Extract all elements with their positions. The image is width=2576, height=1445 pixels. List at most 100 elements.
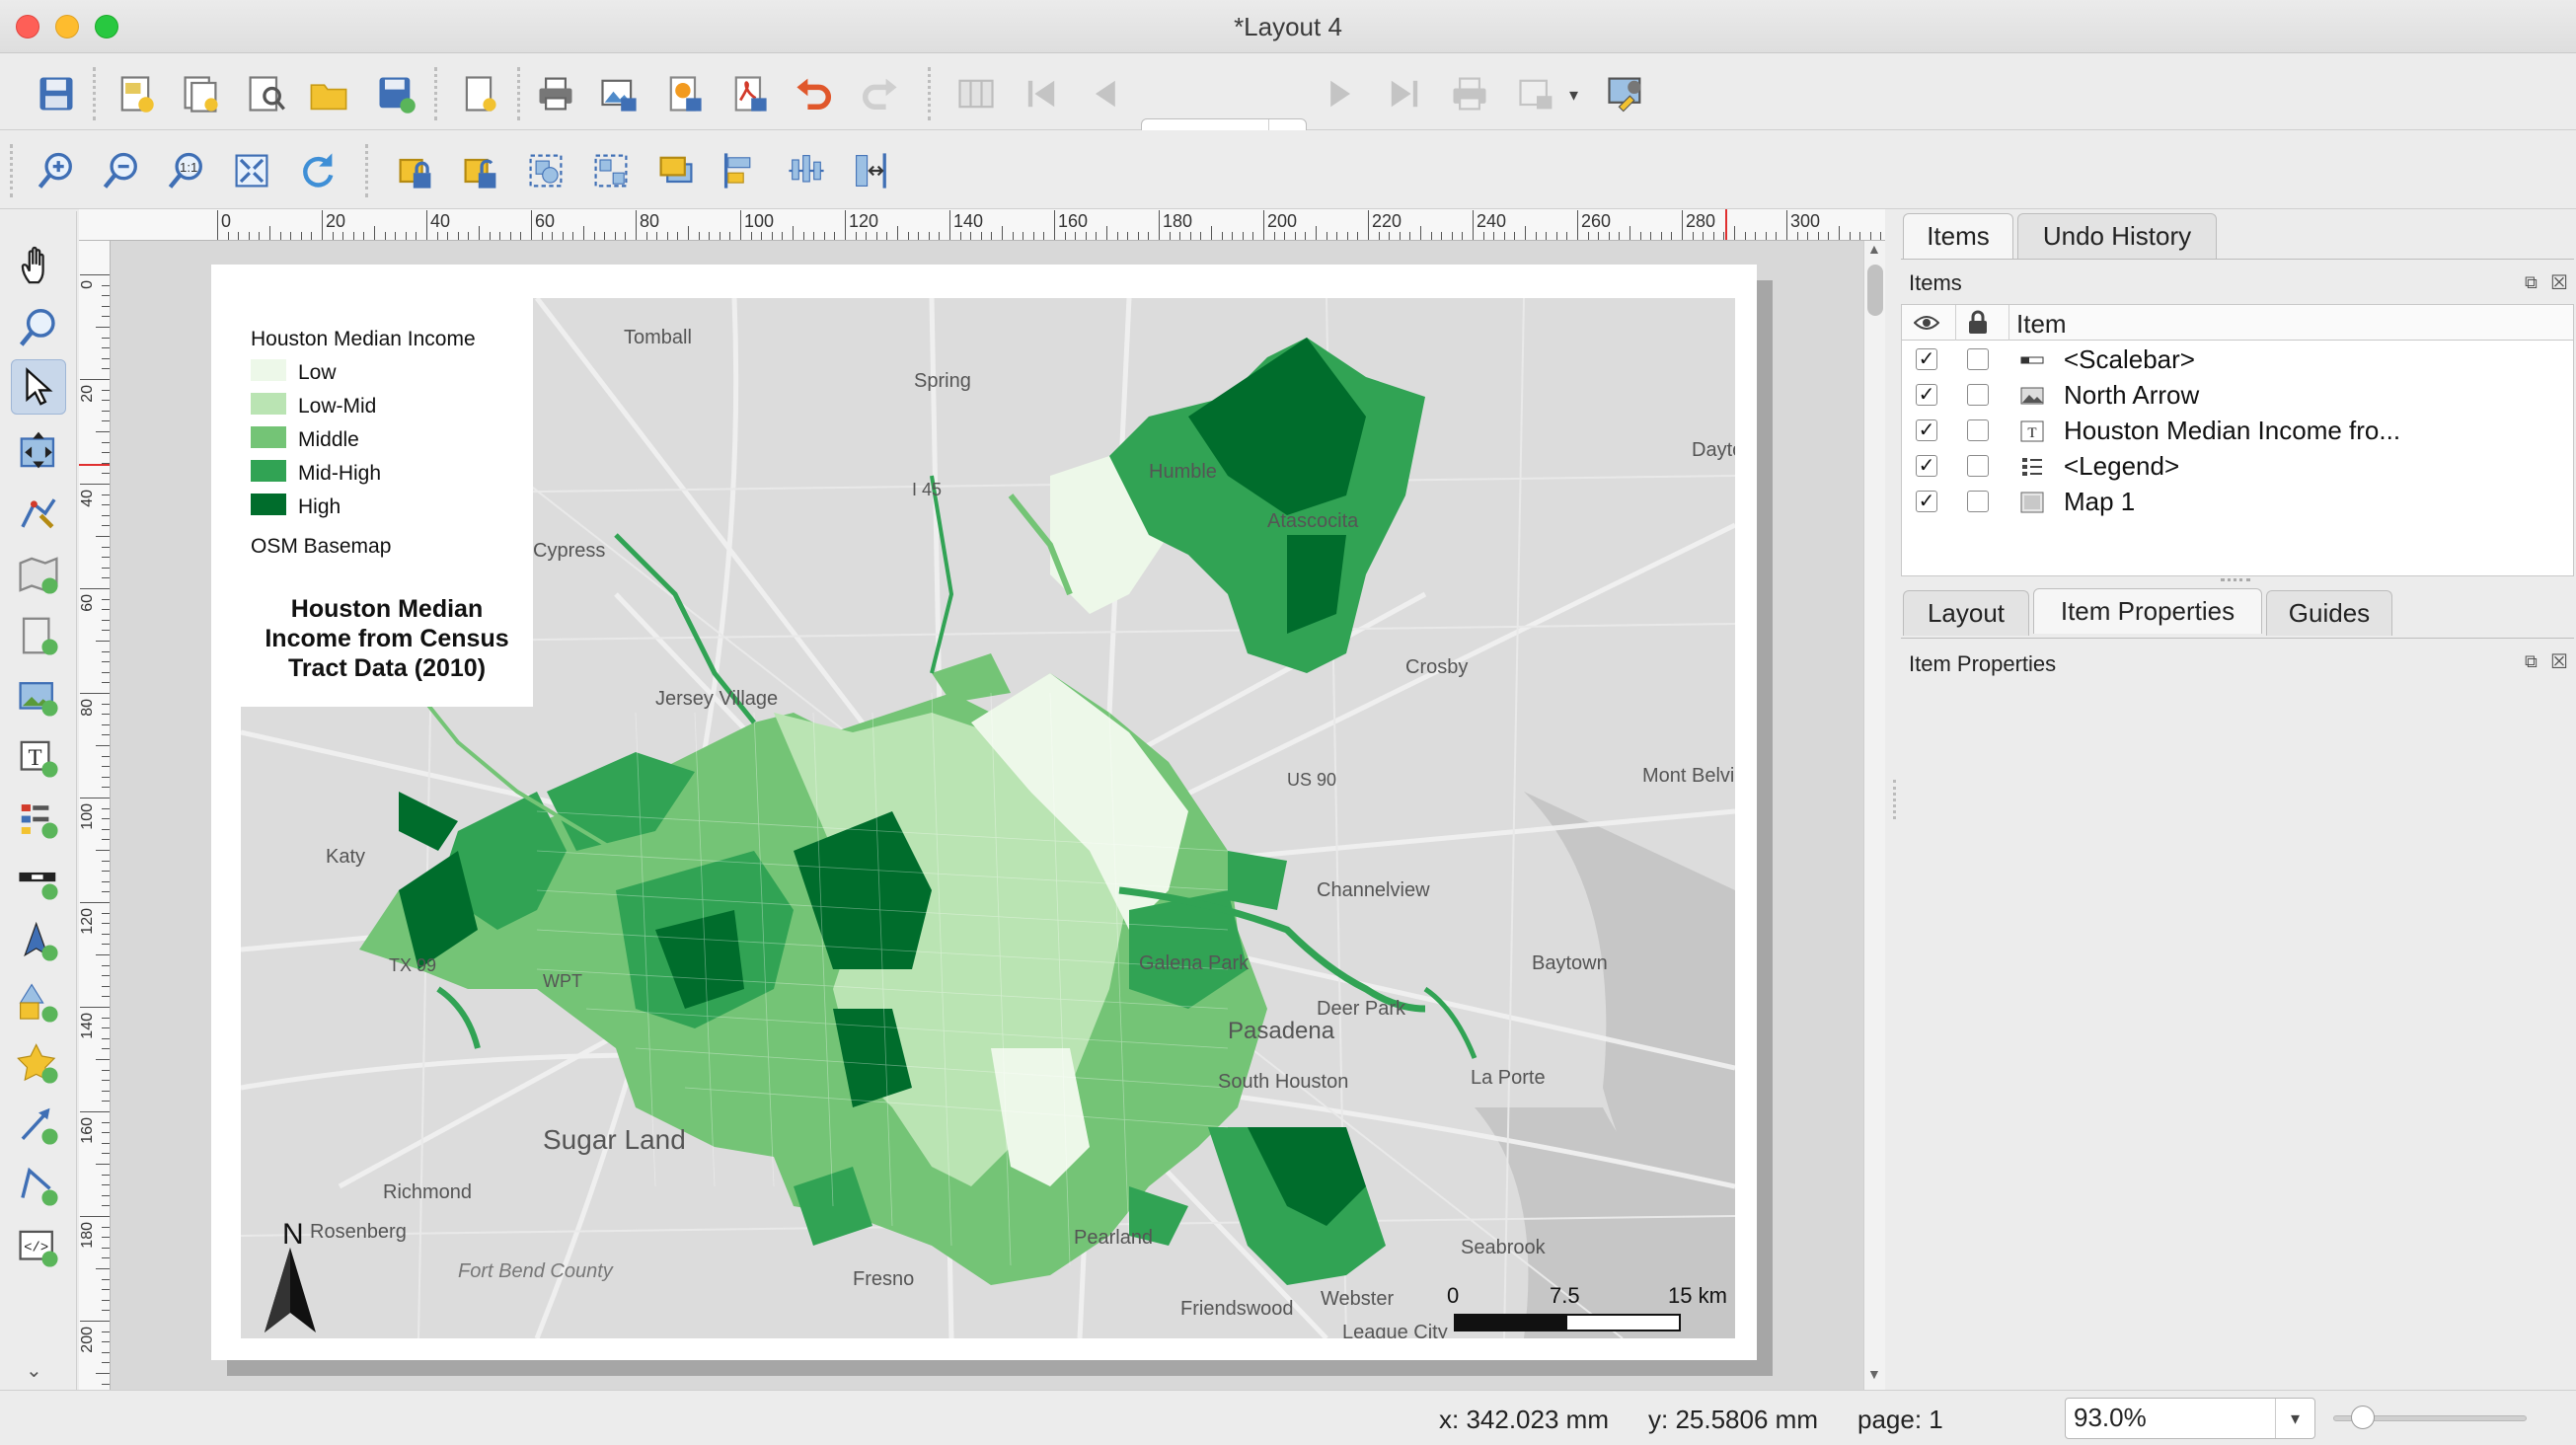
ungroup-icon <box>594 154 628 188</box>
save-template-button[interactable] <box>369 67 422 120</box>
atlas-settings-button[interactable] <box>1599 67 1652 120</box>
lock-checkbox[interactable] <box>1967 348 1989 370</box>
export-image-button[interactable] <box>592 67 645 120</box>
zoom-in-icon <box>38 152 72 189</box>
undo-icon <box>796 78 832 110</box>
tab-items[interactable]: Items <box>1903 213 2013 259</box>
scroll-up-arrow[interactable]: ▲ <box>1867 241 1881 257</box>
undo-button[interactable] <box>788 67 841 120</box>
pan-tool[interactable] <box>11 239 66 294</box>
add-legend-icon <box>21 804 58 839</box>
unlock-items-button[interactable] <box>454 144 507 197</box>
legend-label: Mid-High <box>298 462 382 485</box>
item-row[interactable]: ✓ North Arrow <box>1902 378 2573 414</box>
float-panel-icon[interactable]: ⧉ <box>2525 272 2538 293</box>
export-svg-button[interactable] <box>657 67 711 120</box>
duplicate-layout-button[interactable] <box>174 67 227 120</box>
panel-resize-handle[interactable] <box>1893 780 1897 819</box>
item-row[interactable]: ✓ <Legend> <box>1902 449 2573 485</box>
add-scalebar-tool[interactable] <box>11 853 66 908</box>
place-label: Atascocita <box>1267 510 1359 532</box>
visibility-checkbox[interactable]: ✓ <box>1916 348 1937 370</box>
ruler-tick-label: 300 <box>1790 211 1821 231</box>
add-polyline-icon <box>21 1167 58 1206</box>
zoom-level-combobox[interactable]: 93.0% ▾ <box>2065 1398 2315 1439</box>
zoom-tool[interactable] <box>11 300 66 355</box>
open-template-button[interactable] <box>302 67 355 120</box>
last-feature-button[interactable] <box>1378 67 1431 120</box>
close-panel-icon[interactable]: ☒ <box>2550 270 2568 295</box>
atlas-settings-icon <box>1608 77 1641 113</box>
lock-checkbox[interactable] <box>1967 384 1989 406</box>
chevron-down-icon[interactable]: ▾ <box>2275 1399 2314 1438</box>
map-legend[interactable]: Houston Median Income Low Low-Mid Middle… <box>241 298 533 707</box>
add-legend-tool[interactable] <box>11 792 66 847</box>
scrollbar-thumb[interactable] <box>1867 265 1883 316</box>
lock-items-button[interactable] <box>389 144 442 197</box>
atlas-preview-button[interactable] <box>949 67 1003 120</box>
add-arrow-tool[interactable] <box>11 1098 66 1153</box>
visibility-checkbox[interactable]: ✓ <box>1916 455 1937 477</box>
add-marker-tool[interactable] <box>11 1036 66 1092</box>
zoom-actual-size-button[interactable]: 1:1 <box>160 144 213 197</box>
align-items-button[interactable] <box>715 144 768 197</box>
move-content-tool[interactable] <box>11 422 66 478</box>
raise-items-button[interactable] <box>649 144 703 197</box>
chevron-down-icon[interactable]: ▾ <box>1569 85 1578 106</box>
tab-layout[interactable]: Layout <box>1903 590 2029 636</box>
zoom-slider-handle[interactable] <box>2351 1406 2375 1429</box>
add-label-tool[interactable]: T <box>11 730 66 786</box>
add-north-arrow-tool[interactable] <box>11 914 66 969</box>
visibility-checkbox[interactable]: ✓ <box>1916 491 1937 512</box>
edit-nodes-tool[interactable] <box>11 486 66 541</box>
item-row[interactable]: ✓ T Houston Median Income fro... <box>1902 414 2573 449</box>
group-items-button[interactable] <box>519 144 572 197</box>
item-row[interactable]: ✓ Map 1 <box>1902 485 2573 520</box>
add-polyline-tool[interactable] <box>11 1159 66 1214</box>
export-atlas-button[interactable] <box>1510 67 1563 120</box>
add-picture-tool[interactable] <box>11 669 66 724</box>
first-feature-button[interactable] <box>1015 67 1068 120</box>
next-feature-button[interactable] <box>1313 67 1366 120</box>
item-row[interactable]: ✓ <Scalebar> <box>1902 342 2573 378</box>
layout-manager-button[interactable] <box>239 67 292 120</box>
add-map-tool[interactable] <box>11 547 66 602</box>
vertical-scrollbar[interactable]: ▲ ▼ <box>1863 241 1885 1390</box>
lock-checkbox[interactable] <box>1967 491 1989 512</box>
tab-item-properties[interactable]: Item Properties <box>2033 588 2262 634</box>
lock-checkbox[interactable] <box>1967 419 1989 441</box>
splitter-handle[interactable] <box>2221 578 2250 582</box>
zoom-in-button[interactable] <box>30 144 83 197</box>
ungroup-items-button[interactable] <box>584 144 638 197</box>
new-layout-button[interactable] <box>109 67 162 120</box>
place-label: WPT <box>543 971 582 991</box>
chevron-down-icon[interactable]: ⌄ <box>26 1358 42 1383</box>
export-pdf-button[interactable] <box>722 67 776 120</box>
zoom-full-button[interactable] <box>225 144 278 197</box>
save-layout-button[interactable] <box>30 67 83 120</box>
tab-guides[interactable]: Guides <box>2266 590 2392 636</box>
horizontal-ruler: 0 20 40 60 80 100 120 140 160 180 200 220 240 260 280 3… <box>105 209 1885 241</box>
add-3d-map-tool[interactable] <box>11 608 66 663</box>
add-shape-tool[interactable] <box>11 975 66 1030</box>
previous-feature-button[interactable] <box>1080 67 1133 120</box>
visibility-checkbox[interactable]: ✓ <box>1916 384 1937 406</box>
visibility-checkbox[interactable]: ✓ <box>1916 419 1937 441</box>
place-label: TX 99 <box>389 955 436 975</box>
tab-undo-history[interactable]: Undo History <box>2017 213 2217 259</box>
select-move-tool[interactable] <box>11 359 66 415</box>
resize-items-button[interactable] <box>845 144 898 197</box>
lock-checkbox[interactable] <box>1967 455 1989 477</box>
add-html-tool[interactable]: </> <box>11 1220 66 1275</box>
resize-icon <box>856 153 886 189</box>
redo-button[interactable] <box>853 67 906 120</box>
float-panel-icon[interactable]: ⧉ <box>2525 651 2538 672</box>
distribute-items-button[interactable] <box>780 144 833 197</box>
add-pages-button[interactable] <box>452 67 505 120</box>
close-panel-icon[interactable]: ☒ <box>2550 649 2568 674</box>
refresh-button[interactable] <box>290 144 343 197</box>
zoom-out-button[interactable] <box>95 144 148 197</box>
print-atlas-button[interactable] <box>1443 67 1496 120</box>
print-button[interactable] <box>529 67 582 120</box>
scroll-down-arrow[interactable]: ▼ <box>1867 1366 1881 1382</box>
